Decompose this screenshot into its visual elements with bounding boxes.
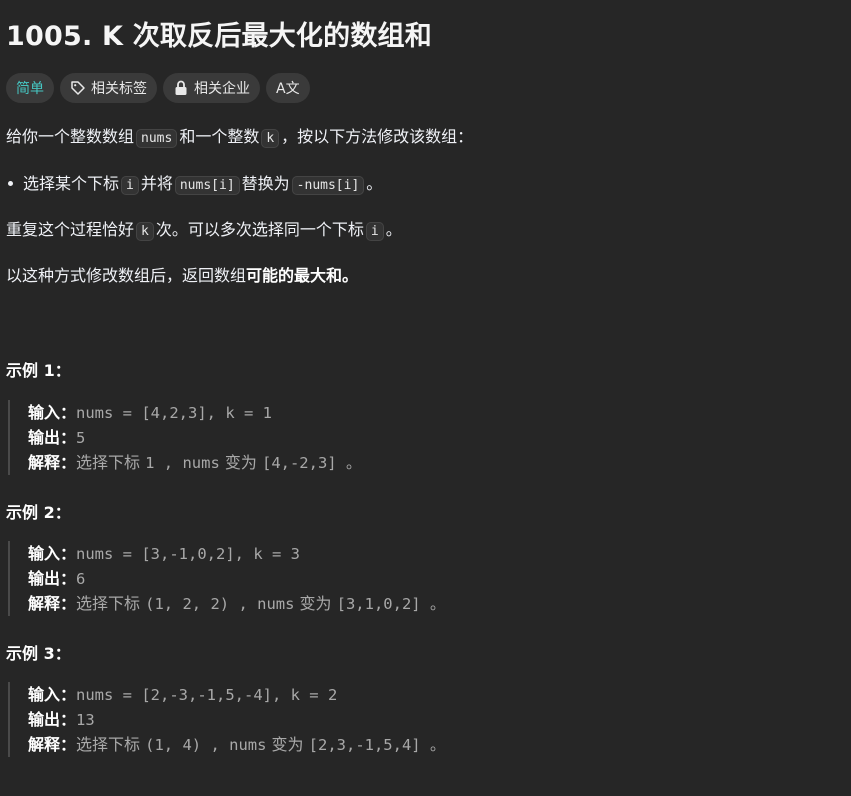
examples-1-explain-d: [3,1,0,2] 。 — [336, 595, 446, 613]
examples-1-output: 6 — [76, 570, 86, 588]
desc-b1-code1: i — [121, 176, 139, 195]
desc-p3-bold: 可能的最大和 — [246, 266, 343, 285]
desc-p1-a: 给你一个整数数组 — [6, 127, 135, 146]
description-bullet: 选择某个下标 i 并将 nums[i] 替换为 -nums[i]。 — [6, 171, 382, 199]
examples-1-input: nums = [3,-1,0,2], k = 3 — [76, 545, 300, 563]
desc-p2-a: 重复这个过程恰好 — [6, 220, 135, 239]
examples-2-explain-a: 选择下标 — [76, 735, 141, 754]
example-2-heading: 示例 2： — [6, 503, 71, 522]
companies-tag-button[interactable]: 相关企业 — [163, 73, 260, 103]
description-paragraph-1: 给你一个整数数组 nums 和一个整数 k ，按以下方法修改该数组： — [6, 124, 473, 152]
examples-1-explain-label: 解释： — [28, 594, 77, 613]
description-paragraph-2: 重复这个过程恰好 k 次。可以多次选择同一个下标 i。 — [6, 217, 402, 245]
examples-2-input: nums = [2,-3,-1,5,-4], k = 2 — [76, 686, 338, 704]
companies-tag-label: 相关企业 — [194, 81, 250, 97]
examples-2-explain-d: [2,3,-1,5,4] 。 — [308, 736, 446, 754]
examples-2-input-label: 输入： — [28, 685, 77, 704]
tag-icon — [70, 80, 86, 96]
example-3-heading: 示例 3： — [6, 644, 71, 663]
examples-0-explain-c: 变为 — [224, 453, 257, 472]
examples-0-input-label: 输入： — [28, 403, 77, 422]
lock-icon — [173, 80, 189, 96]
problem-title: 1005. K 次取反后最大化的数组和 — [6, 21, 432, 52]
translate-button[interactable]: A文 — [266, 73, 310, 103]
examples-1-explain-c: 变为 — [299, 594, 332, 613]
examples-1-explain-a: 选择下标 — [76, 594, 141, 613]
desc-b1-d: 。 — [366, 174, 383, 193]
examples-0-output-label: 输出： — [28, 428, 77, 447]
examples-0-explain-d: [4,-2,3] 。 — [261, 454, 362, 472]
desc-p2-code2: i — [365, 222, 384, 241]
difficulty-badge[interactable]: 简单 — [6, 73, 54, 103]
desc-b1-c: 替换为 — [241, 174, 290, 193]
examples-2-explain-b: (1, 4) , nums — [145, 736, 267, 754]
desc-b1-b: 并将 — [140, 174, 173, 193]
desc-p1-b: 和一个整数 — [179, 127, 260, 146]
examples-1-explain-b: (1, 2, 2) , nums — [145, 595, 295, 613]
examples-1-input-label: 输入： — [28, 544, 77, 563]
desc-b1-a: 选择某个下标 — [23, 174, 120, 193]
examples-0-input: nums = [4,2,3], k = 1 — [76, 404, 272, 422]
desc-p2-b: 次。可以多次选择同一个下标 — [155, 220, 364, 239]
difficulty-label: 简单 — [16, 81, 44, 97]
examples-2-explain-label: 解释： — [28, 735, 77, 754]
bullet-dot — [8, 180, 13, 186]
translate-icon: A文 — [276, 81, 300, 97]
desc-b1-code2: nums[i] — [174, 176, 240, 195]
description-paragraph-3: 以这种方式修改数组后，返回数组可能的最大和。 — [6, 263, 358, 289]
desc-p3-b: 。 — [342, 266, 359, 285]
examples-2-output-label: 输出： — [28, 710, 77, 729]
examples-2-explain-c: 变为 — [271, 735, 304, 754]
examples-0-explain-a: 选择下标 — [76, 453, 141, 472]
desc-p3-a: 以这种方式修改数组后，返回数组 — [6, 266, 247, 285]
example-2-block: 输入：nums = [3,-1,0,2], k = 3 输出：6 解释：选择下标… — [8, 541, 445, 616]
desc-p2-c: 。 — [385, 220, 402, 239]
examples-2-output: 13 — [76, 711, 95, 729]
examples-0-output: 5 — [76, 429, 86, 447]
example-3-block: 输入：nums = [2,-3,-1,5,-4], k = 2 输出：13 解释… — [8, 682, 445, 757]
desc-b1-code3: -nums[i] — [291, 176, 365, 195]
topics-tag-button[interactable]: 相关标签 — [60, 73, 157, 103]
example-1-heading: 示例 1： — [6, 361, 71, 380]
examples-0-explain-label: 解释： — [28, 453, 77, 472]
example-1-block: 输入：nums = [4,2,3], k = 1 输出：5 解释：选择下标 1 … — [8, 400, 361, 475]
topics-tag-label: 相关标签 — [91, 81, 147, 97]
examples-0-explain-b: 1 , nums — [145, 454, 220, 472]
desc-p1-code1: nums — [136, 129, 178, 148]
desc-p2-code1: k — [136, 222, 154, 241]
desc-p1-code2: k — [261, 129, 280, 148]
desc-p1-c: ，按以下方法修改该数组： — [281, 127, 474, 146]
tag-row: 简单 相关标签 相关企业 A文 — [6, 73, 310, 103]
examples-1-output-label: 输出： — [28, 569, 77, 588]
